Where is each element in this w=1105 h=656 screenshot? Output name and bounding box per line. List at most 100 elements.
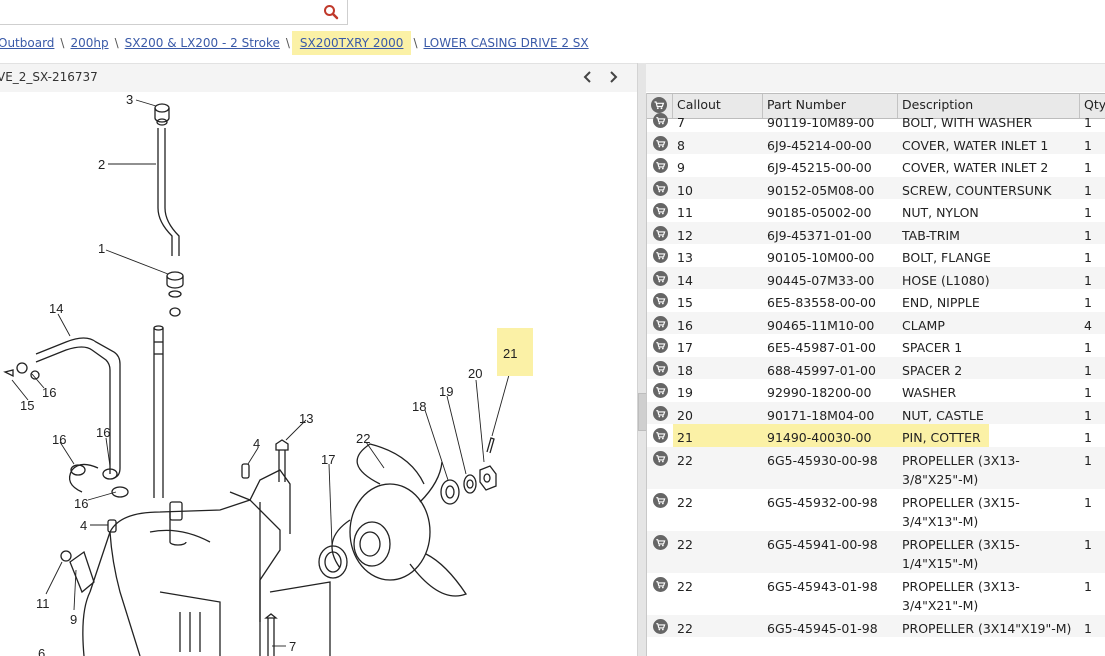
diagram-callout-label[interactable]: 16 [74,496,88,511]
diagram-callout-label[interactable]: 16 [42,385,56,400]
breadcrumb-outboard[interactable]: Outboard [0,36,55,50]
part-description: NUT, CASTLE [902,407,984,423]
table-row[interactable]: 11 90185-05002-00 NUT, NYLON 1 [647,199,1105,222]
cart-icon [653,405,668,421]
table-row[interactable]: 14 90445-07M33-00 HOSE (L1080) 1 [647,266,1105,289]
part-callout: 21 [677,430,693,445]
diagram-callout-label[interactable]: 2 [98,157,105,172]
part-qty: 1 [1084,340,1092,355]
add-to-cart-icon[interactable] [647,489,673,508]
cart-icon [653,293,668,308]
part-callout: 16 [677,317,693,333]
part-description: HOSE (L1080) [902,272,990,288]
table-row[interactable]: 13 90105-10M00-00 BOLT, FLANGE 1 [647,244,1105,267]
diagram-callout-label[interactable]: 3 [126,92,133,107]
add-to-cart-icon[interactable] [647,244,673,263]
part-qty: 1 [1084,494,1092,510]
part-number: 6G5-45943-01-98 [767,578,878,594]
table-row[interactable]: 7 90119-10M89-00 BOLT, WITH WASHER 1 [647,109,1105,132]
add-to-cart-icon[interactable] [647,199,673,218]
table-row[interactable]: 15 6E5-83558-00-00 END, NIPPLE 1 [647,289,1105,312]
table-row[interactable]: 17 6E5-45987-01-00 SPACER 1 1 [647,334,1105,357]
part-callout: 18 [677,362,693,378]
table-row[interactable]: 21 91490-40030-00 PIN, COTTER 1 [647,424,1105,447]
breadcrumb: Outboard \ 200hp \ SX200 & LX200 - 2 Str… [0,30,590,56]
add-to-cart-icon[interactable] [647,402,673,421]
part-qty: 1 [1084,362,1092,378]
diagram-callout-label[interactable]: 19 [439,384,453,399]
search-input[interactable] [3,2,307,22]
add-to-cart-icon[interactable] [647,573,673,592]
diagram-callout-label[interactable]: 22 [356,431,370,446]
diagram-callout-label[interactable]: 11 [36,596,50,611]
diagram-callout-label[interactable]: 6 [38,646,45,656]
table-row[interactable]: 20 90171-18M04-00 NUT, CASTLE 1 [647,401,1105,424]
table-row[interactable]: 22 6G5-45943-01-98 PROPELLER (3X13-3/4"X21… [647,573,1105,615]
table-row[interactable]: 10 90152-05M08-00 SCREW, COUNTERSUNK 1 [647,176,1105,199]
previous-diagram-button[interactable] [579,68,597,86]
table-row[interactable]: 22 6G5-45930-00-98 PROPELLER (3X13-3/8"X25… [647,446,1105,489]
breadcrumb-lower-casing-drive[interactable]: LOWER CASING DRIVE 2 SX [422,36,589,50]
add-to-cart-icon[interactable] [647,154,673,173]
add-to-cart-icon[interactable] [647,222,673,241]
breadcrumb-sx200-lx200[interactable]: SX200 & LX200 - 2 Stroke [124,36,281,50]
table-row[interactable]: 16 90465-11M10-00 CLAMP 4 [647,311,1105,334]
table-row[interactable]: 18 688-45997-01-00 SPACER 2 1 [647,356,1105,379]
diagram-callout-label[interactable]: 1 [98,241,105,256]
diagram-callout-label[interactable]: 16 [52,432,66,447]
diagram-callout-label[interactable]: 9 [70,612,77,627]
breadcrumb-sx200txry-2000[interactable]: SX200TXRY 2000 [299,36,405,50]
part-callout: 19 [677,385,693,400]
table-row[interactable]: 9 6J9-45215-00-00 COVER, WATER INLET 2 1 [647,154,1105,177]
diagram-callout-label[interactable]: 16 [96,425,110,440]
table-row[interactable]: 22 6G5-45945-01-98 PROPELLER (3X14"X19"-M)… [647,614,1105,637]
diagram-callout-label[interactable]: 20 [468,366,482,381]
add-to-cart-icon[interactable] [647,267,673,286]
add-to-cart-icon[interactable] [647,447,673,466]
diagram-callout-label[interactable]: 18 [412,399,426,414]
part-description: WASHER [902,385,957,400]
exploded-view-drawing: 3 2 1 14 16 15 16 16 16 4 11 9 13 4 17 7… [3,92,533,656]
part-description: NUT, NYLON [902,205,979,220]
add-to-cart-icon[interactable] [647,531,673,550]
diagram-callout-label[interactable]: 4 [253,436,260,451]
search-icon[interactable] [323,4,339,20]
diagram-callout-label-highlighted[interactable]: 21 [503,346,517,361]
cart-icon [653,338,668,353]
table-row[interactable]: 22 6G5-45932-00-98 PROPELLER (3X15-3/4"X13… [647,489,1105,531]
pane-splitter[interactable] [637,63,647,656]
part-number: 92990-18200-00 [767,385,872,400]
table-row[interactable]: 19 92990-18200-00 WASHER 1 [647,379,1105,402]
diagram-callout-label[interactable]: 17 [321,452,335,467]
table-row[interactable]: 8 6J9-45214-00-00 COVER, WATER INLET 1 1 [647,131,1105,154]
breadcrumb-200hp[interactable]: 200hp [69,36,109,50]
cart-icon [653,203,668,218]
part-number: 90119-10M89-00 [767,115,875,130]
cart-icon [653,576,668,592]
part-number: 6G5-45945-01-98 [767,620,878,636]
add-to-cart-icon[interactable] [647,177,673,196]
next-diagram-button[interactable] [604,68,622,86]
add-to-cart-icon[interactable] [647,615,673,634]
diagram-callout-label[interactable]: 13 [299,411,313,426]
parts-table: Callout Part Number Description Qty 7 901… [646,93,1105,656]
diagram-callout-label[interactable]: 14 [49,301,63,316]
parts-diagram[interactable]: 3 2 1 14 16 15 16 16 16 4 11 9 13 4 17 7… [0,92,637,656]
add-to-cart-icon[interactable] [647,289,673,308]
add-to-cart-icon[interactable] [647,379,673,398]
search-box[interactable] [0,0,348,25]
diagram-callout-label[interactable]: 4 [80,518,87,533]
diagram-callout-label[interactable]: 7 [289,639,296,654]
add-to-cart-icon[interactable] [647,424,673,443]
breadcrumb-highlight: SX200TXRY 2000 [291,31,412,55]
diagram-callout-label[interactable]: 15 [20,398,34,413]
add-to-cart-icon[interactable] [647,132,673,151]
table-row[interactable]: 12 6J9-45371-01-00 TAB-TRIM 1 [647,221,1105,244]
part-number: 6E5-45987-01-00 [767,340,876,355]
add-to-cart-icon[interactable] [647,357,673,376]
add-to-cart-icon[interactable] [647,334,673,353]
table-row[interactable]: 22 6G5-45941-00-98 PROPELLER (3X15-1/4"X15… [647,530,1105,573]
part-callout: 11 [677,205,693,220]
add-to-cart-icon[interactable] [647,109,673,128]
add-to-cart-icon[interactable] [647,312,673,331]
